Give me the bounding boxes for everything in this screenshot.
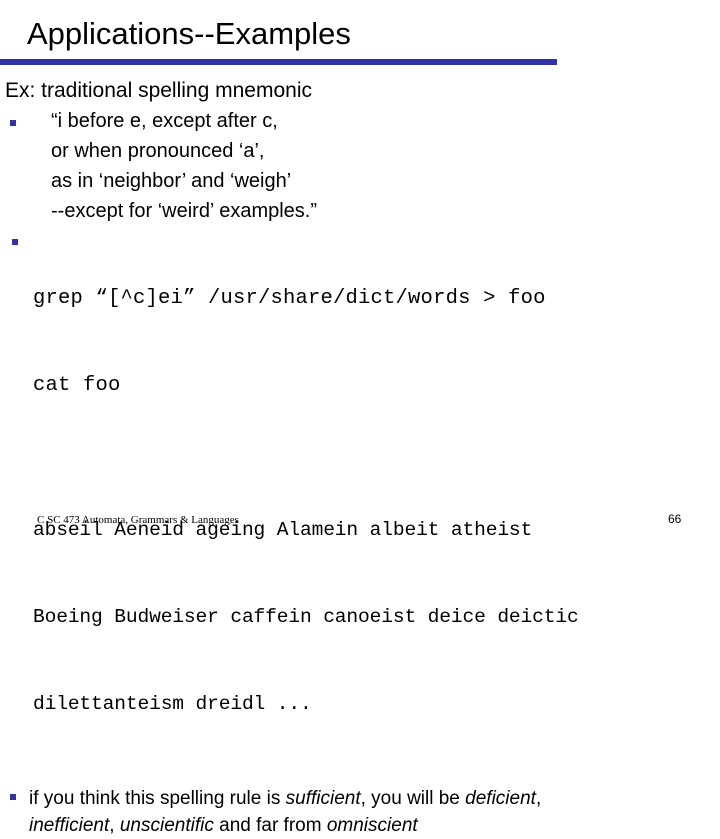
closing-emph-sufficient: sufficient bbox=[285, 788, 361, 809]
bullet-item-command: grep “[^c]ei” /usr/share/dict/words > fo… bbox=[0, 226, 720, 777]
title-underline-rule bbox=[0, 59, 557, 65]
bullet-item-mnemonic: “i before e, except after c, or when pro… bbox=[0, 106, 720, 226]
lead-text: Ex: traditional spelling mnemonic bbox=[5, 79, 312, 102]
bullet-marker-icon bbox=[10, 794, 16, 800]
mnemonic-lines: “i before e, except after c, or when pro… bbox=[0, 106, 720, 226]
footer-course-label: C SC 473 Automata, Grammars & Languages bbox=[37, 514, 239, 526]
command-output-words: abseil Aeneid ageing Alamein albeit athe… bbox=[0, 458, 720, 777]
mnemonic-line-4: --except for ‘weird’ examples.” bbox=[51, 200, 318, 222]
slide-body: Ex: traditional spelling mnemonic “i bef… bbox=[0, 76, 720, 839]
closing-line-1: if you think this spelling rule is suffi… bbox=[29, 785, 720, 812]
bullet-marker-icon bbox=[10, 120, 16, 126]
shell-command-cat: cat foo bbox=[33, 374, 121, 397]
page-number: 66 bbox=[668, 512, 682, 526]
bullet-marker-icon bbox=[12, 239, 18, 245]
closing-text-a: if you think this spelling rule is bbox=[29, 788, 286, 809]
shell-command-lines: grep “[^c]ei” /usr/share/dict/words > fo… bbox=[0, 226, 720, 458]
closing-lines: if you think this spelling rule is suffi… bbox=[0, 785, 720, 839]
bullet-item-closing: if you think this spelling rule is suffi… bbox=[0, 785, 720, 839]
slide: Applications--Examples Ex: traditional s… bbox=[0, 0, 720, 836]
closing-emph-unscientific: unscientific bbox=[119, 815, 214, 836]
output-line-3: dilettanteism dreidl ... bbox=[33, 693, 312, 715]
mnemonic-line-1: “i before e, except after c, bbox=[51, 110, 278, 132]
closing-emph-inefficient: inefficient bbox=[29, 815, 110, 836]
closing-line-2: inefficient, unscientific and far from o… bbox=[29, 812, 720, 839]
closing-text-d: and far from bbox=[213, 815, 327, 836]
output-line-2: Boeing Budweiser caffein canoeist deice … bbox=[33, 606, 579, 628]
closing-text-e: , bbox=[535, 788, 542, 809]
closing-text-sep: , bbox=[109, 815, 120, 836]
closing-text-c: , you will be bbox=[360, 788, 466, 809]
mnemonic-line-2: or when pronounced ‘a’, bbox=[51, 140, 265, 162]
shell-command-grep: grep “[^c]ei” /usr/share/dict/words > fo… bbox=[33, 287, 546, 310]
closing-emph-deficient: deficient bbox=[465, 788, 536, 809]
closing-emph-omniscient: omniscient bbox=[326, 815, 418, 836]
mnemonic-line-3: as in ‘neighbor’ and ‘weigh’ bbox=[51, 170, 292, 192]
page-title: Applications--Examples bbox=[27, 16, 351, 51]
